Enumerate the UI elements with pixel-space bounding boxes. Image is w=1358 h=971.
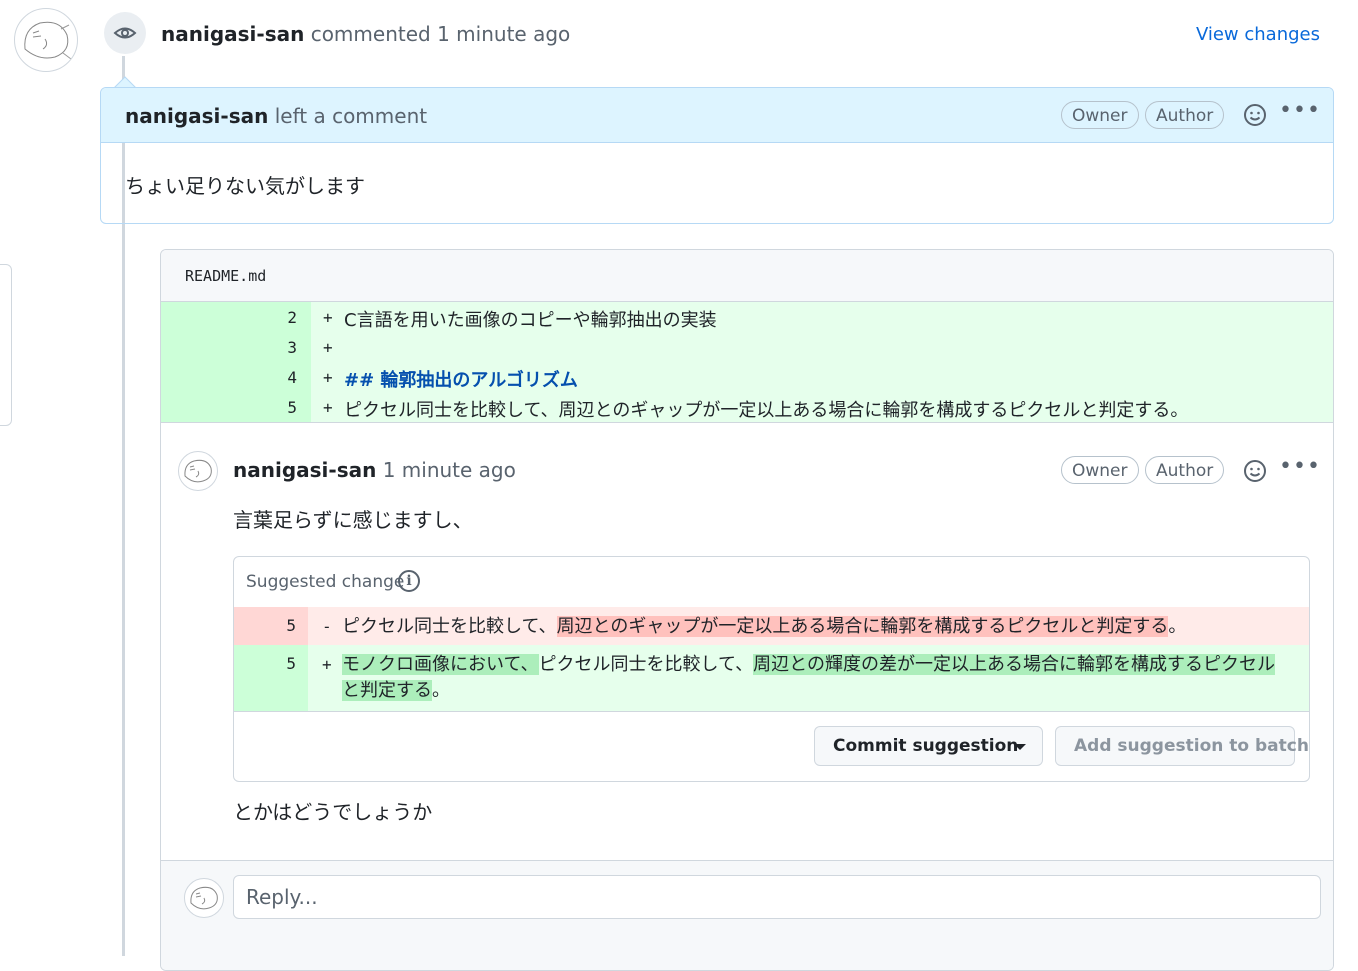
avatar-sketch-icon [24,21,72,60]
review-header-text: nanigasi-san left a comment [125,104,427,128]
diff-sign: + [322,655,332,674]
line-number[interactable]: 2 [287,308,297,327]
commit-suggestion-button[interactable]: Commit suggestion [814,726,1043,766]
divider [161,422,1333,423]
file-header: README.md [161,250,1333,302]
review-body: ちょい足りない気がします [125,174,365,198]
line-number: 5 [286,654,296,673]
sidebar-tab[interactable] [0,264,12,426]
line-number[interactable]: 4 [287,368,297,387]
author-badge: Author [1145,101,1225,129]
avatar-sketch-icon [190,886,218,910]
info-icon[interactable]: i [398,570,420,592]
author-badge: Author [1145,456,1225,484]
review-thread: README.md 2 + C言語を用いた画像のコピーや輪郭抽出の実装 3 + … [160,249,1334,971]
diff-line: 2 + C言語を用いた画像のコピーや輪郭抽出の実装 [161,302,1333,332]
add-to-batch-button[interactable]: Add suggestion to batch [1055,726,1309,766]
reply-section [161,860,1333,970]
review-header: nanigasi-san left a comment Owner Author… [101,88,1333,143]
timestamp[interactable]: 1 minute ago [437,22,570,46]
file-name[interactable]: README.md [185,267,266,285]
highlight-added: と判定する [342,680,432,701]
deleted-text: ピクセル同士を比較して、周辺とのギャップが一定以上ある場合に輪郭を構成するピクセ… [342,614,1186,640]
diff-sign: - [322,617,332,636]
diff-line: 3 + [161,332,1333,362]
text-segment: 。 [432,680,450,701]
review-comment: nanigasi-san left a comment Owner Author… [100,87,1334,224]
eye-icon [104,12,146,54]
comment-timestamp[interactable]: 1 minute ago [383,458,516,482]
suggestion-actions: Commit suggestion Add suggestion to batc… [234,711,1309,781]
avatar[interactable] [178,451,218,491]
added-text: モノクロ画像において、ピクセル同士を比較して、周辺との輝度の差が一定以上ある場合… [342,652,1292,704]
add-reaction-icon[interactable] [1243,103,1267,127]
add-reaction-icon[interactable] [1243,459,1267,483]
line-number: 5 [286,616,296,635]
comment-body-after: とかはどうでしょうか [233,800,433,824]
highlight-added: 周辺との輝度の差が一定以上ある場合に輪郭を構成するピクセル [753,654,1275,675]
suggestion-header: Suggested change i [234,557,1309,608]
text-segment: ピクセル同士を比較して、 [538,654,754,675]
suggestion-title: Suggested change [246,572,405,592]
highlight-removed: 周辺とのギャップが一定以上ある場合に輪郭を構成するピクセルと判定する [556,616,1169,637]
commit-suggestion-label: Commit suggestion [833,736,1019,756]
review-author[interactable]: nanigasi-san [125,104,268,128]
action-text: commented [310,22,431,46]
highlight-added: モノクロ画像において、 [342,654,539,675]
chevron-down-icon[interactable] [1014,744,1026,750]
diff-sign: + [323,398,333,417]
more-options-icon[interactable]: ••• [1279,98,1321,123]
added-line: 5 + モノクロ画像において、ピクセル同士を比較して、周辺との輝度の差が一定以上… [234,645,1309,711]
owner-badge: Owner [1061,101,1139,129]
review-action: left a comment [274,104,428,128]
deleted-line: 5 - ピクセル同士を比較して、周辺とのギャップが一定以上ある場合に輪郭を構成す… [234,607,1309,645]
author-link[interactable]: nanigasi-san [161,22,304,46]
line-number[interactable]: 5 [287,398,297,417]
reply-input[interactable] [233,875,1321,919]
diff-line: 4 + ## 輪郭抽出のアルゴリズム [161,362,1333,392]
comment-author[interactable]: nanigasi-san [233,458,376,482]
diff-sign: + [323,308,333,327]
diff-text: C言語を用いた画像のコピーや輪郭抽出の実装 [344,310,717,331]
text-segment: ピクセル同士を比較して、 [342,616,557,637]
line-number[interactable]: 3 [287,338,297,357]
avatar [184,878,224,918]
diff-sign: + [323,368,333,387]
suggested-change: Suggested change i 5 - ピクセル同士を比較して、周辺とのギ… [233,556,1310,782]
view-changes-link[interactable]: View changes [1196,24,1320,45]
comment-body: 言葉足らずに感じますし、 [233,508,473,532]
owner-badge: Owner [1061,456,1139,484]
diff-text: ## 輪郭抽出のアルゴリズム [344,370,578,391]
diff-line: 5 + ピクセル同士を比較して、周辺とのギャップが一定以上ある場合に輪郭を構成す… [161,392,1333,422]
timeline-header: nanigasi-san commented 1 minute ago [161,22,570,46]
comment-header: nanigasi-san 1 minute ago [233,458,516,482]
diff-text: ピクセル同士を比較して、周辺とのギャップが一定以上ある場合に輪郭を構成するピクセ… [344,400,1189,421]
text-segment: 。 [1168,616,1187,637]
avatar-sketch-icon [184,459,212,483]
more-options-icon[interactable]: ••• [1279,454,1321,479]
avatar[interactable] [14,8,78,72]
diff-sign: + [323,338,333,357]
